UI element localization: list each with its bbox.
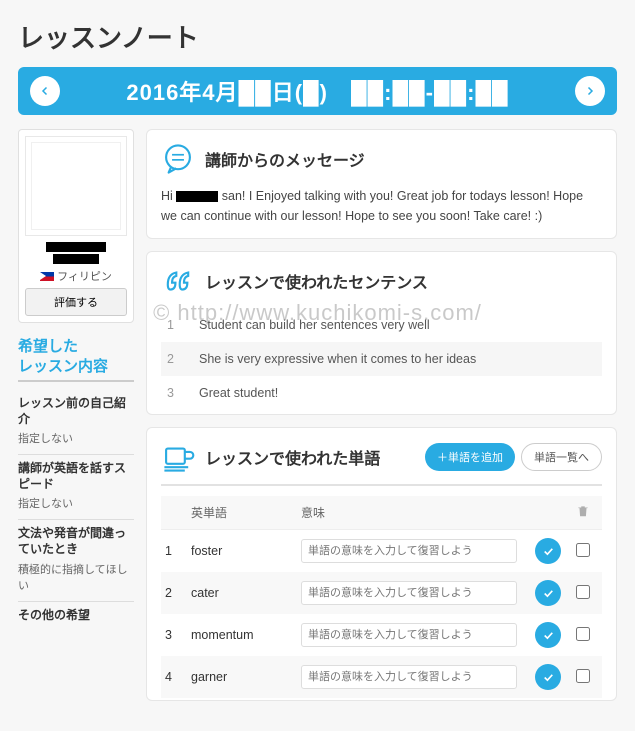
msg-post: san! I Enjoyed talking with you! Great j…: [161, 189, 583, 223]
check-button[interactable]: [535, 538, 561, 564]
sidebar-item-q: レッスン前の自己紹介: [18, 396, 134, 427]
country-label: フィリピン: [25, 268, 127, 284]
message-card: 講師からのメッセージ Hi san! I Enjoyed talking wit…: [146, 129, 617, 239]
prev-button[interactable]: [30, 76, 60, 106]
next-button[interactable]: [575, 76, 605, 106]
sidebar-item-q: 講師が英語を話すスピード: [18, 461, 134, 492]
avatar: [25, 136, 127, 236]
check-button[interactable]: [535, 664, 561, 690]
row-num: 2: [167, 352, 181, 366]
sentence-text: Student can build her sentences very wel…: [199, 318, 430, 332]
row-num: 3: [167, 386, 181, 400]
words-header: 英単語 意味: [161, 496, 602, 530]
sentence-row: 3 Great student!: [161, 376, 602, 410]
check-button[interactable]: [535, 622, 561, 648]
sidebar-item: その他の希望: [18, 602, 134, 635]
select-checkbox[interactable]: [576, 543, 590, 557]
meaning-input[interactable]: [301, 623, 517, 647]
meaning-input[interactable]: [301, 539, 517, 563]
sidebar-item: 講師が英語を話すスピード 指定しない: [18, 455, 134, 520]
sentences-title: レッスンで使われたセンテンス: [205, 269, 428, 293]
name-redacted: [176, 191, 218, 202]
row-num: 3: [165, 628, 191, 642]
rate-button[interactable]: 評価する: [25, 288, 127, 316]
chevron-right-icon: [584, 85, 596, 97]
flag-icon: [40, 272, 54, 281]
word-row: 4 garner: [161, 656, 602, 698]
row-num: 2: [165, 586, 191, 600]
sentences-card: レッスンで使われたセンテンス 1 Student can build her se…: [146, 251, 617, 415]
name-redacted: [46, 242, 106, 252]
country-text: フィリピン: [57, 268, 112, 284]
sidebar-item: 文法や発音が間違っていたとき 積極的に指摘してほしい: [18, 520, 134, 601]
word-text: foster: [191, 544, 301, 558]
sidebar-heading: 希望した レッスン内容: [18, 337, 134, 382]
sidebar-item: レッスン前の自己紹介 指定しない: [18, 390, 134, 455]
name-redacted: [53, 254, 99, 264]
sentence-row: 1 Student can build her sentences very we…: [161, 308, 602, 342]
word-list-button[interactable]: 単語一覧へ: [521, 443, 602, 471]
check-button[interactable]: [535, 580, 561, 606]
sidebar-item-a: 指定しない: [18, 430, 134, 446]
word-row: 2 cater: [161, 572, 602, 614]
sentence-text: She is very expressive when it comes to …: [199, 352, 476, 366]
row-num: 1: [167, 318, 181, 332]
meaning-input[interactable]: [301, 665, 517, 689]
word-row: 1 foster: [161, 530, 602, 572]
words-title: レッスンで使われた単語: [205, 445, 380, 469]
msg-pre: Hi: [161, 189, 176, 203]
sidebar-item-a: 指定しない: [18, 495, 134, 511]
select-checkbox[interactable]: [576, 627, 590, 641]
profile-card: フィリピン 評価する: [18, 129, 134, 323]
sidebar-item-a: 積極的に指摘してほしい: [18, 561, 134, 593]
header-word: 英単語: [191, 504, 301, 521]
add-word-button[interactable]: ＋単語を追加: [425, 443, 515, 471]
row-num: 1: [165, 544, 191, 558]
quote-icon: [161, 264, 195, 298]
sentence-text: Great student!: [199, 386, 278, 400]
words-card: レッスンで使われた単語 ＋単語を追加 単語一覧へ 英単語 意味 1 foster: [146, 427, 617, 701]
word-text: cater: [191, 586, 301, 600]
chevron-left-icon: [39, 85, 51, 97]
select-checkbox[interactable]: [576, 585, 590, 599]
word-text: momentum: [191, 628, 301, 642]
header-meaning: 意味: [301, 504, 528, 521]
trash-icon: [568, 504, 598, 521]
select-checkbox[interactable]: [576, 669, 590, 683]
word-text: garner: [191, 670, 301, 684]
date-nav-bar: 2016年4月██日(█) ██:██-██:██: [18, 67, 617, 115]
word-row: 3 momentum: [161, 614, 602, 656]
message-title: 講師からのメッセージ: [205, 147, 365, 171]
message-icon: [161, 142, 195, 176]
row-num: 4: [165, 670, 191, 684]
sentence-row: 2 She is very expressive when it comes to…: [161, 342, 602, 376]
sidebar-item-q: 文法や発音が間違っていたとき: [18, 526, 134, 557]
sidebar-item-q: その他の希望: [18, 608, 134, 624]
cup-icon: [161, 440, 195, 474]
meaning-input[interactable]: [301, 581, 517, 605]
page-title: レッスンノート: [18, 18, 617, 55]
message-body: Hi san! I Enjoyed talking with you! Grea…: [161, 186, 602, 226]
date-text: 2016年4月██日(█) ██:██-██:██: [126, 75, 508, 107]
